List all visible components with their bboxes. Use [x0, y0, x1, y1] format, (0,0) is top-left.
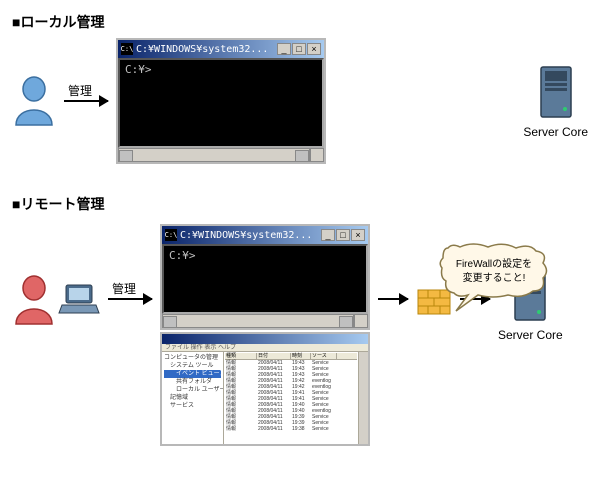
tree-shared[interactable]: 共有フォルダ	[164, 378, 221, 386]
mmc-list-header[interactable]: 種類 日付 時刻 ソース	[225, 353, 357, 360]
mmc-window: ファイル 操作 表示 ヘルプ コンピュータの管理 システム ツール イベント ビ…	[160, 332, 370, 446]
close-button[interactable]: ×	[307, 43, 321, 55]
server-label: Server Core	[498, 328, 563, 342]
tree-services[interactable]: サービス	[164, 402, 221, 410]
local-row: 管理 C:\ C:¥WINDOWS¥system32... _ □ × C:¥>…	[12, 38, 588, 164]
mmc-tree[interactable]: コンピュータの管理 システム ツール イベント ビューア 共有フォルダ ローカル…	[162, 352, 224, 444]
cmd-sysmenu-icon[interactable]: C:\	[165, 229, 177, 241]
bubble-line1: FireWallの設定を	[456, 259, 532, 270]
bubble-text: FireWallの設定を 変更すること!	[446, 258, 542, 286]
local-section-title: ■ローカル管理	[12, 12, 588, 32]
user-icon	[12, 75, 56, 127]
cmd-scrollbar-h[interactable]	[118, 148, 310, 162]
arrow-to-firewall	[378, 298, 408, 300]
remote-section-title: ■リモート管理	[12, 194, 588, 214]
arrow-label: 管理	[68, 82, 92, 99]
tree-sys[interactable]: システム ツール	[164, 362, 221, 370]
minimize-button[interactable]: _	[277, 43, 291, 55]
cmd-title: C:¥WINDOWS¥system32...	[180, 230, 321, 241]
manage-arrow-remote: 管理	[108, 298, 152, 300]
cmd-body[interactable]: C:¥>	[118, 58, 324, 148]
col-date[interactable]: 日付	[257, 353, 291, 359]
server-label: Server Core	[523, 125, 588, 139]
cmd-scrollbar-h[interactable]	[162, 314, 354, 328]
manage-arrow-local: 管理	[64, 100, 108, 102]
server-icon	[535, 63, 577, 121]
cmd-title: C:¥WINDOWS¥system32...	[136, 44, 277, 55]
cmd-window-local: C:\ C:¥WINDOWS¥system32... _ □ × C:¥>	[116, 38, 326, 164]
cmd-sysmenu-icon[interactable]: C:\	[121, 43, 133, 55]
arrow-label: 管理	[112, 280, 136, 297]
cmd-window-remote: C:\ C:¥WINDOWS¥system32... _ □ × C:¥>	[160, 224, 370, 330]
maximize-button[interactable]: □	[336, 229, 350, 241]
speech-bubble: FireWallの設定を 変更すること!	[438, 243, 550, 317]
user-icon-remote	[12, 274, 56, 326]
tree-users[interactable]: ローカル ユーザー	[164, 386, 221, 394]
tree-event-viewer[interactable]: イベント ビューア	[164, 370, 221, 378]
mmc-menubar[interactable]: ファイル 操作 表示 ヘルプ	[162, 344, 368, 352]
cmd-titlebar[interactable]: C:\ C:¥WINDOWS¥system32... _ □ ×	[162, 226, 368, 244]
resize-grip[interactable]	[310, 148, 324, 162]
mmc-scrollbar-v[interactable]	[358, 352, 368, 444]
mmc-titlebar[interactable]	[162, 334, 368, 344]
laptop-icon	[58, 283, 100, 317]
col-time[interactable]: 時刻	[291, 353, 311, 359]
mmc-list[interactable]: 種類 日付 時刻 ソース 情報2008/04/1119:43Service情報2…	[224, 352, 358, 444]
tree-storage[interactable]: 記憶域	[164, 394, 221, 402]
close-button[interactable]: ×	[351, 229, 365, 241]
cmd-titlebar[interactable]: C:\ C:¥WINDOWS¥system32... _ □ ×	[118, 40, 324, 58]
minimize-button[interactable]: _	[321, 229, 335, 241]
col-source[interactable]: ソース	[311, 353, 337, 359]
col-type[interactable]: 種類	[225, 353, 257, 359]
bubble-line2: 変更すること!	[463, 273, 526, 284]
tree-root[interactable]: コンピュータの管理	[164, 354, 221, 362]
cmd-body[interactable]: C:¥>	[162, 244, 368, 314]
list-item[interactable]: 情報2008/04/1119:38Service	[225, 426, 357, 432]
resize-grip[interactable]	[354, 314, 368, 328]
maximize-button[interactable]: □	[292, 43, 306, 55]
